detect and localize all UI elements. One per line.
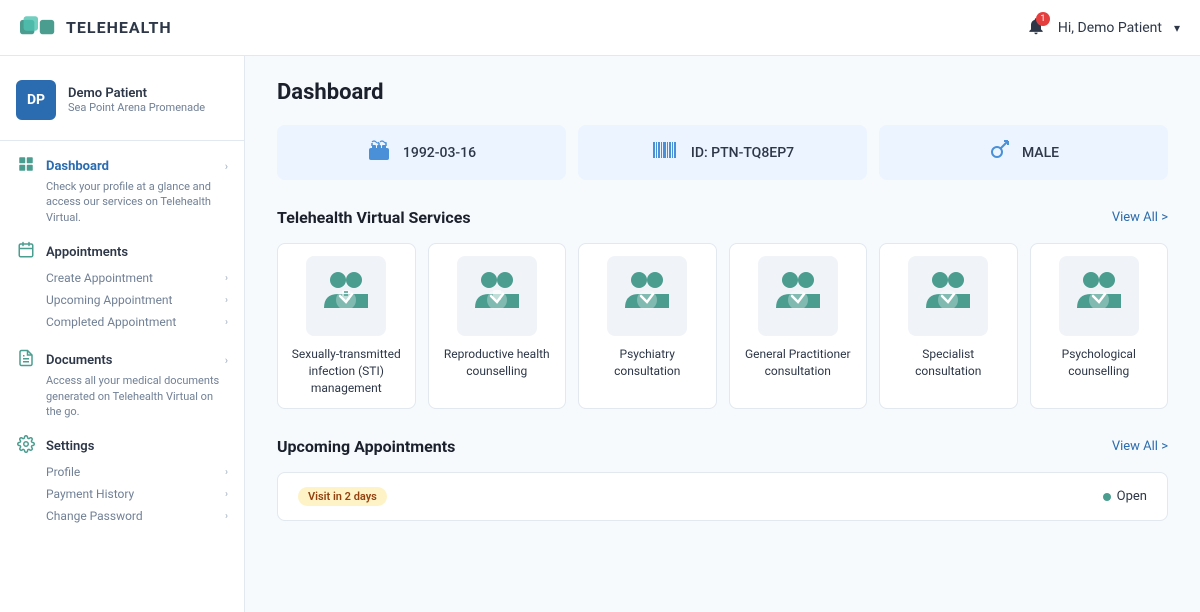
sidebar-item-profile[interactable]: Profile › <box>46 461 228 483</box>
chevron-right-icon: › <box>225 511 228 522</box>
sidebar: DP Demo Patient Sea Point Arena Promenad… <box>0 56 245 612</box>
barcode-icon <box>651 140 679 165</box>
sidebar-label-documents: Documents <box>46 353 112 368</box>
settings-icon <box>16 435 36 457</box>
open-badge: Open <box>1103 489 1147 504</box>
page-title: Dashboard <box>277 80 1168 105</box>
chevron-right-icon: › <box>225 317 228 328</box>
chevron-right-icon: › <box>225 273 228 284</box>
info-cards-row: 1992-03-16 ID: PTN-TQ <box>277 125 1168 180</box>
appointments-section-title: Upcoming Appointments <box>277 437 455 456</box>
appointment-card: Visit in 2 days Open <box>277 472 1168 521</box>
logo-icon <box>20 14 56 42</box>
main-layout: DP Demo Patient Sea Point Arena Promenad… <box>0 56 1200 612</box>
service-icon-sti <box>306 256 386 336</box>
sidebar-desc-dashboard: Check your profile at a glance and acces… <box>16 179 228 225</box>
sidebar-item-change-password[interactable]: Change Password › <box>46 505 228 527</box>
user-area: 1 Hi, Demo Patient ▾ <box>1026 16 1180 40</box>
birthday-icon <box>367 140 391 165</box>
appointments-icon <box>16 241 36 263</box>
documents-chevron: › <box>225 354 228 367</box>
notification-bell[interactable]: 1 <box>1026 16 1046 40</box>
open-status: Open <box>1117 489 1147 504</box>
user-menu-chevron[interactable]: ▾ <box>1174 21 1180 35</box>
gender-card: MALE <box>879 125 1168 180</box>
service-label-specialist: Specialist consultation <box>888 346 1009 380</box>
avatar: DP <box>16 80 56 120</box>
service-card-sti[interactable]: Sexually-transmitted infection (STI) man… <box>277 243 416 409</box>
patient-id-card: ID: PTN-TQ8EP7 <box>578 125 867 180</box>
notification-badge: 1 <box>1036 12 1050 26</box>
documents-icon <box>16 349 36 371</box>
chevron-right-icon: › <box>225 467 228 478</box>
dob-value: 1992-03-16 <box>403 145 476 161</box>
service-icon-psychiatry <box>607 256 687 336</box>
gender-value: MALE <box>1022 145 1059 161</box>
app-name: TELEHEALTH <box>66 18 172 37</box>
sidebar-label-settings: Settings <box>46 439 94 454</box>
service-card-gp[interactable]: General Practitioner consultation <box>729 243 868 409</box>
user-location: Sea Point Arena Promenade <box>68 101 205 114</box>
sidebar-label-dashboard: Dashboard <box>46 159 109 174</box>
open-dot <box>1103 493 1111 501</box>
sidebar-label-appointments: Appointments <box>46 245 128 260</box>
main-content: Dashboard 1992-03 <box>245 56 1200 612</box>
sidebar-item-settings[interactable]: Settings Profile › Payment History › Cha… <box>0 429 244 533</box>
dashboard-chevron: › <box>225 160 228 173</box>
user-greeting[interactable]: Hi, Demo Patient <box>1058 20 1162 36</box>
sidebar-item-create-appointment[interactable]: Create Appointment › <box>46 267 228 289</box>
dob-card: 1992-03-16 <box>277 125 566 180</box>
sidebar-desc-documents: Access all your medical documents genera… <box>16 373 228 419</box>
service-card-psychiatry[interactable]: Psychiatry consultation <box>578 243 717 409</box>
chevron-right-icon: › <box>225 295 228 306</box>
service-label-gp: General Practitioner consultation <box>738 346 859 380</box>
service-icon-reproductive <box>457 256 537 336</box>
service-label-psychological: Psychological counselling <box>1039 346 1160 380</box>
services-grid: Sexually-transmitted infection (STI) man… <box>277 243 1168 409</box>
patient-id-value: ID: PTN-TQ8EP7 <box>691 145 794 161</box>
services-view-all[interactable]: View All > <box>1112 210 1168 225</box>
service-icon-psychological <box>1059 256 1139 336</box>
appointments-subitems: Create Appointment › Upcoming Appointmen… <box>16 267 228 333</box>
sidebar-item-upcoming-appointment[interactable]: Upcoming Appointment › <box>46 289 228 311</box>
gender-icon <box>988 139 1010 166</box>
visit-badge: Visit in 2 days <box>298 487 387 506</box>
settings-subitems: Profile › Payment History › Change Passw… <box>16 461 228 527</box>
logo-area: TELEHEALTH <box>20 14 172 42</box>
service-card-specialist[interactable]: Specialist consultation <box>879 243 1018 409</box>
sidebar-item-dashboard[interactable]: Dashboard › Check your profile at a glan… <box>0 149 244 231</box>
appointments-view-all[interactable]: View All > <box>1112 439 1168 454</box>
services-section-title: Telehealth Virtual Services <box>277 208 471 227</box>
service-label-sti: Sexually-transmitted infection (STI) man… <box>286 346 407 396</box>
sidebar-item-documents[interactable]: Documents › Access all your medical docu… <box>0 343 244 425</box>
sidebar-item-completed-appointment[interactable]: Completed Appointment › <box>46 311 228 333</box>
user-profile: DP Demo Patient Sea Point Arena Promenad… <box>0 72 244 141</box>
service-card-psychological[interactable]: Psychological counselling <box>1030 243 1169 409</box>
service-label-psychiatry: Psychiatry consultation <box>587 346 708 380</box>
sidebar-item-payment-history[interactable]: Payment History › <box>46 483 228 505</box>
service-icon-specialist <box>908 256 988 336</box>
service-label-reproductive: Reproductive health counselling <box>437 346 558 380</box>
topnav: TELEHEALTH 1 Hi, Demo Patient ▾ <box>0 0 1200 56</box>
user-display-name: Demo Patient <box>68 86 205 101</box>
service-card-reproductive[interactable]: Reproductive health counselling <box>428 243 567 409</box>
services-section-header: Telehealth Virtual Services View All > <box>277 208 1168 227</box>
sidebar-item-appointments[interactable]: Appointments Create Appointment › Upcomi… <box>0 235 244 339</box>
dashboard-icon <box>16 155 36 177</box>
chevron-right-icon: › <box>225 489 228 500</box>
service-icon-gp <box>758 256 838 336</box>
appointments-section-header: Upcoming Appointments View All > <box>277 437 1168 456</box>
user-info: Demo Patient Sea Point Arena Promenade <box>68 86 205 114</box>
